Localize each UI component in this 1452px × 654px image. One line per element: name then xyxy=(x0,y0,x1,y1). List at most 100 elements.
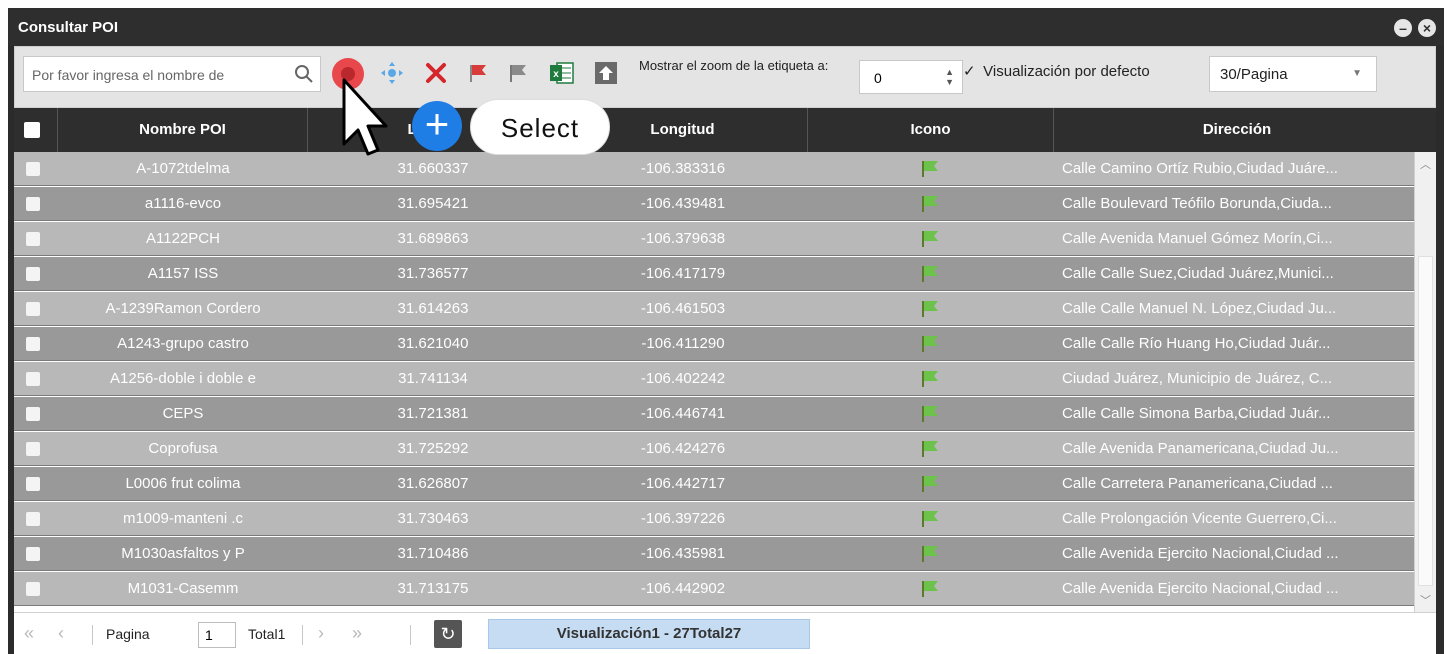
last-page-icon[interactable]: » xyxy=(352,623,362,644)
latitude-cell: 31.626807 xyxy=(397,475,469,492)
close-icon[interactable]: × xyxy=(1418,19,1436,37)
gray-flag-icon xyxy=(510,65,526,82)
row-checkbox[interactable] xyxy=(26,547,40,561)
column-header[interactable]: Icono xyxy=(808,108,1054,152)
search-input[interactable] xyxy=(32,64,282,86)
longitude-cell: -106.435981 xyxy=(640,545,726,562)
chevron-down-icon: ▼ xyxy=(1352,68,1362,79)
poi-name-cell: m1009-manteni .c xyxy=(122,510,244,527)
poi-name-cell: M1030asfaltos y P xyxy=(121,545,245,562)
address-cell: Calle Calle Simona Barba,Ciudad Juár... xyxy=(1062,405,1331,422)
consultar-poi-window: Consultar POI – × Por favor ingresa el n… xyxy=(8,8,1444,654)
latitude-cell: 31.721381 xyxy=(397,405,469,422)
table-row[interactable]: Coprofusa 31.725292 -106.424276 Calle Aveni… xyxy=(14,432,1414,466)
poi-name-cell: A-1072tdelma xyxy=(136,160,230,177)
row-checkbox[interactable] xyxy=(26,477,40,491)
longitude-cell: -106.397226 xyxy=(640,510,726,527)
plus-icon: + xyxy=(412,101,462,151)
longitude-cell: -106.446741 xyxy=(640,405,726,422)
default-view-checkbox[interactable]: ✓ Visualización por defecto xyxy=(963,62,1150,80)
prev-page-icon[interactable]: ‹ xyxy=(58,623,64,644)
zoom-value: 0 xyxy=(874,70,882,86)
zoom-label: Mostrar el zoom de la etiqueta a: xyxy=(639,58,829,73)
address-cell: Calle Calle Manuel N. López,Ciudad Ju... xyxy=(1062,300,1337,317)
table-row[interactable]: A-1239Ramon Cordero 31.614263 -106.461503 C… xyxy=(14,292,1414,326)
row-checkbox[interactable] xyxy=(26,372,40,386)
divider xyxy=(410,625,411,645)
column-header[interactable]: Nombre POI xyxy=(58,108,308,152)
poi-name-cell: A1157 ISS xyxy=(147,265,219,282)
row-checkbox[interactable] xyxy=(26,337,40,351)
row-checkbox[interactable] xyxy=(26,512,40,526)
table-row[interactable]: L0006 frut colima 31.626807 -106.442717 Cal… xyxy=(14,467,1414,501)
column-header[interactable]: Dirección xyxy=(1054,108,1420,152)
page-size-value: 30/Pagina xyxy=(1220,66,1288,83)
scroll-up-icon[interactable]: ︿ xyxy=(1420,156,1431,172)
table-row[interactable]: A1122PCH 31.689863 -106.379638 Calle Avenid… xyxy=(14,222,1414,256)
table-row[interactable]: A1243-grupo castro 31.621040 -106.411290 Ca… xyxy=(14,327,1414,361)
latitude-cell: 31.614263 xyxy=(397,300,469,317)
longitude-cell: -106.402242 xyxy=(640,370,726,387)
row-checkbox[interactable] xyxy=(26,197,40,211)
row-checkbox[interactable] xyxy=(26,267,40,281)
show-flag-button[interactable] xyxy=(465,60,491,86)
scroll-thumb[interactable] xyxy=(1418,256,1433,586)
address-cell: Calle Calle Suez,Ciudad Juárez,Munici... xyxy=(1062,265,1334,282)
longitude-cell: -106.461503 xyxy=(640,300,726,317)
minimize-icon[interactable]: – xyxy=(1394,19,1412,37)
select-label: Select xyxy=(470,99,610,155)
table-row[interactable]: M1030asfaltos y P 31.710486 -106.435981 Cal… xyxy=(14,537,1414,571)
select-action-badge: + Select xyxy=(412,95,614,155)
hide-flag-button[interactable] xyxy=(505,60,531,86)
mouse-cursor-icon xyxy=(342,78,388,156)
row-checkbox[interactable] xyxy=(26,582,40,596)
latitude-cell: 31.725292 xyxy=(397,440,469,457)
row-checkbox[interactable] xyxy=(26,442,40,456)
first-page-icon[interactable]: « xyxy=(24,623,34,644)
row-checkbox[interactable] xyxy=(26,162,40,176)
table-row[interactable]: m1009-manteni .c 31.730463 -106.397226 Call… xyxy=(14,502,1414,536)
page-size-select[interactable]: 30/Pagina ▼ xyxy=(1209,56,1377,92)
upload-icon xyxy=(595,62,617,84)
search-icon[interactable] xyxy=(294,64,314,84)
poi-name-cell: a1116-evco xyxy=(144,195,222,212)
latitude-cell: 31.730463 xyxy=(397,510,469,527)
delete-icon xyxy=(426,63,446,83)
green-flag-icon xyxy=(922,301,938,317)
divider xyxy=(302,625,303,645)
latitude-cell: 31.713175 xyxy=(397,580,469,597)
table-row[interactable]: A1157 ISS 31.736577 -106.417179 Calle Calle… xyxy=(14,257,1414,291)
longitude-cell: -106.411290 xyxy=(641,335,725,352)
delete-button[interactable] xyxy=(423,60,449,86)
stepper-arrows-icon[interactable]: ▲ ▼ xyxy=(945,67,954,87)
select-all-checkbox[interactable] xyxy=(24,122,40,138)
table-row[interactable]: CEPS 31.721381 -106.446741 Calle Calle Simo… xyxy=(14,397,1414,431)
row-checkbox[interactable] xyxy=(26,302,40,316)
scroll-down-icon[interactable]: ﹀ xyxy=(1420,592,1431,608)
address-cell: Ciudad Juárez, Municipio de Juárez, C... xyxy=(1062,370,1333,387)
table-row[interactable]: a1116-evco 31.695421 -106.439481 Calle Boul… xyxy=(14,187,1414,221)
refresh-icon[interactable]: ↻ xyxy=(434,620,462,648)
poi-name-cell: CEPS xyxy=(162,405,204,422)
longitude-cell: -106.442902 xyxy=(640,580,726,597)
vertical-scrollbar[interactable]: ︿ ﹀ xyxy=(1414,152,1436,612)
green-flag-icon xyxy=(922,406,938,422)
grid-header: Nombre POI Latitud Longitud Icono Direcc… xyxy=(14,108,1436,152)
page-number-input[interactable] xyxy=(198,622,236,648)
row-checkbox[interactable] xyxy=(26,232,40,246)
green-flag-icon xyxy=(922,476,938,492)
checkmark-icon: ✓ xyxy=(963,63,976,80)
upload-button[interactable] xyxy=(593,60,619,86)
green-flag-icon xyxy=(922,371,938,387)
next-page-icon[interactable]: › xyxy=(318,623,324,644)
export-excel-button[interactable]: x xyxy=(549,60,575,86)
table-row[interactable]: M1031-Casemm 31.713175 -106.442902 Calle Av… xyxy=(14,572,1414,606)
table-row[interactable]: A-1072tdelma 31.660337 -106.383316 Calle Ca… xyxy=(14,152,1414,186)
page-label: Pagina xyxy=(106,626,150,642)
grid-body: A-1072tdelma 31.660337 -106.383316 Calle Ca… xyxy=(14,152,1414,612)
green-flag-icon xyxy=(922,441,938,457)
poi-name-cell: A-1239Ramon Cordero xyxy=(105,300,261,317)
table-row[interactable]: A1256-doble i doble e 31.741134 -106.40224… xyxy=(14,362,1414,396)
row-checkbox[interactable] xyxy=(26,407,40,421)
zoom-stepper[interactable]: 0 ▲ ▼ xyxy=(859,60,963,94)
